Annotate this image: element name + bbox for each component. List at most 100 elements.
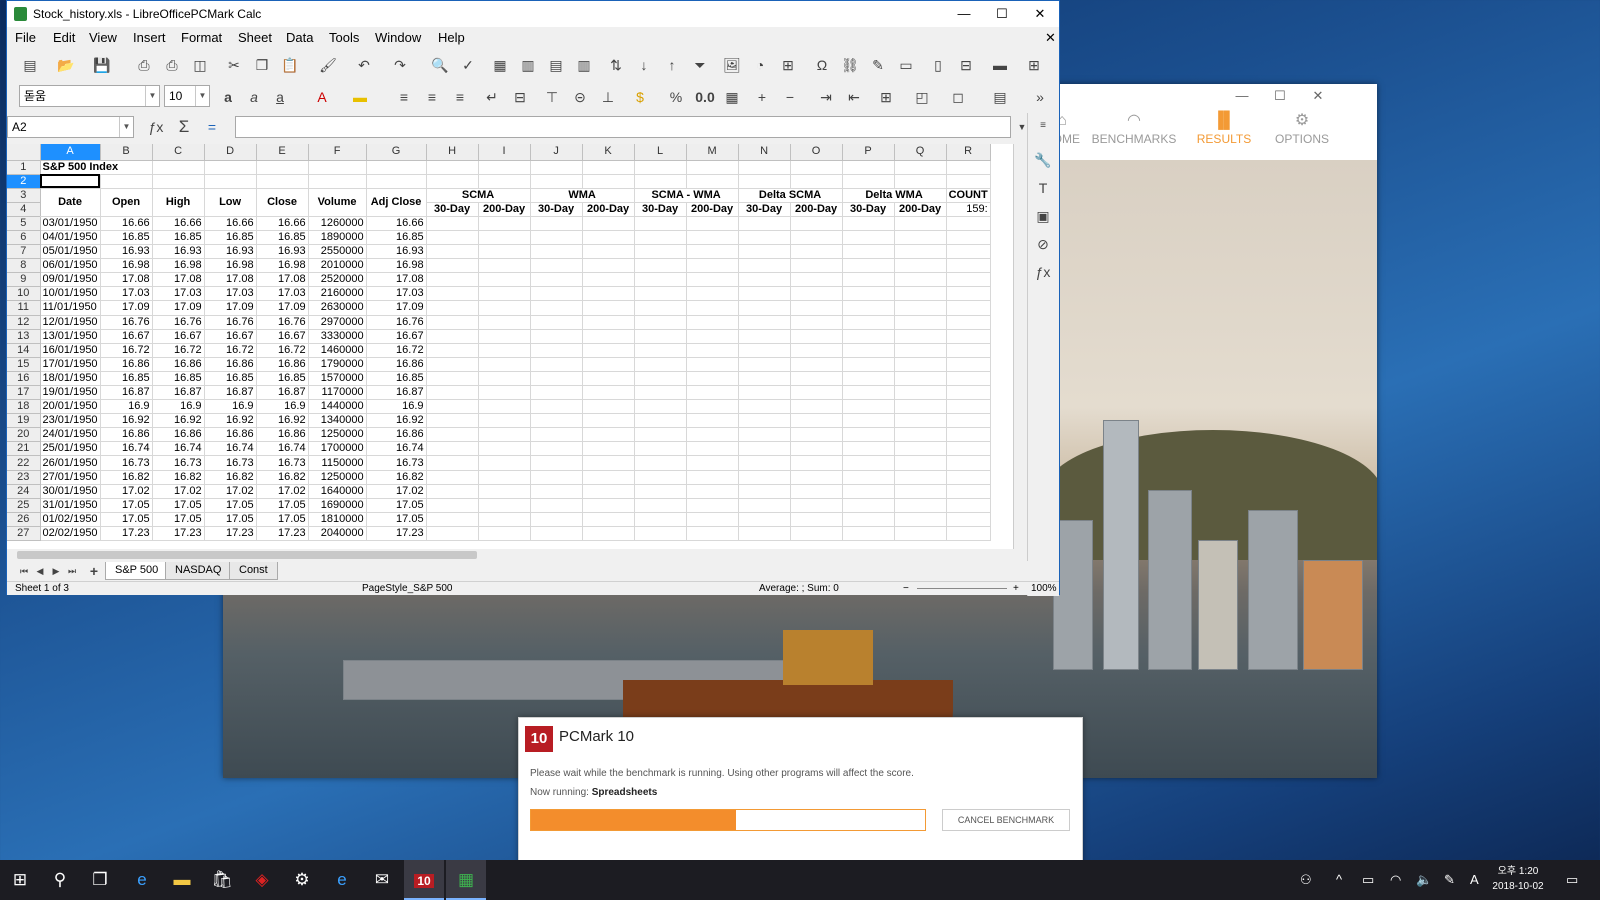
cell[interactable]: 1700000 bbox=[308, 441, 367, 457]
properties-icon[interactable]: 🔧 bbox=[1034, 151, 1052, 169]
subheader-cell[interactable]: 200-Day bbox=[894, 202, 947, 217]
tab-sp500[interactable]: S&P 500 bbox=[105, 562, 169, 580]
cell[interactable] bbox=[478, 300, 531, 316]
cell[interactable] bbox=[686, 512, 739, 527]
cell[interactable]: 16.85 bbox=[204, 230, 257, 246]
cell[interactable] bbox=[634, 286, 687, 302]
cell[interactable] bbox=[894, 174, 947, 189]
column-title-cell[interactable]: Date bbox=[40, 188, 101, 217]
delete-row-icon[interactable]: ▤ bbox=[547, 56, 565, 74]
cell[interactable] bbox=[894, 470, 947, 485]
cell[interactable] bbox=[842, 512, 895, 527]
cell[interactable] bbox=[478, 385, 531, 401]
cell[interactable] bbox=[946, 329, 991, 344]
cell[interactable] bbox=[478, 329, 531, 344]
cell[interactable] bbox=[946, 258, 991, 274]
calc-taskbar-icon[interactable]: ▦ bbox=[446, 860, 486, 900]
cell[interactable] bbox=[946, 470, 991, 485]
cell[interactable]: 16.86 bbox=[256, 357, 309, 372]
border-style-icon[interactable]: ◰ bbox=[913, 88, 931, 106]
cell[interactable]: 16.82 bbox=[366, 470, 427, 485]
cell[interactable]: 17.02 bbox=[100, 484, 153, 499]
cell[interactable] bbox=[790, 498, 843, 513]
row-header[interactable]: 3 bbox=[7, 188, 41, 203]
cell[interactable]: 17.08 bbox=[366, 272, 427, 288]
cell[interactable] bbox=[842, 272, 895, 288]
wifi-icon[interactable]: ◠ bbox=[1390, 860, 1401, 900]
cell[interactable] bbox=[478, 526, 531, 542]
date-icon[interactable]: ▦ bbox=[723, 88, 741, 106]
cell[interactable] bbox=[426, 413, 479, 429]
row-header[interactable]: 25 bbox=[7, 498, 41, 513]
cell[interactable] bbox=[634, 484, 687, 499]
cell[interactable]: 16.9 bbox=[366, 399, 427, 415]
cell[interactable] bbox=[478, 512, 531, 527]
cell[interactable] bbox=[426, 357, 479, 372]
cell[interactable] bbox=[738, 258, 791, 274]
cell[interactable] bbox=[426, 427, 479, 443]
cell[interactable]: 16.86 bbox=[100, 357, 153, 372]
cell[interactable] bbox=[426, 498, 479, 513]
cell[interactable] bbox=[426, 258, 479, 274]
cell[interactable]: 16.86 bbox=[152, 427, 205, 443]
delete-decimal-icon[interactable]: − bbox=[781, 88, 799, 106]
cell[interactable] bbox=[842, 399, 895, 415]
cell[interactable] bbox=[738, 174, 791, 189]
cell[interactable]: 1790000 bbox=[308, 357, 367, 372]
cell[interactable] bbox=[426, 244, 479, 260]
cell[interactable]: 16.87 bbox=[152, 385, 205, 401]
cell[interactable] bbox=[790, 413, 843, 429]
copy-icon[interactable]: ❐ bbox=[253, 56, 271, 74]
cell[interactable] bbox=[478, 244, 531, 260]
task-view-icon[interactable]: ❐ bbox=[80, 860, 120, 900]
cell[interactable] bbox=[946, 385, 991, 401]
cell[interactable] bbox=[842, 413, 895, 429]
cell[interactable]: 17.05 bbox=[100, 498, 153, 513]
count-cell[interactable]: 159: bbox=[946, 202, 991, 217]
cell[interactable] bbox=[582, 413, 635, 429]
chart-icon[interactable]: ◔ bbox=[751, 56, 769, 74]
ime-indicator[interactable]: A bbox=[1470, 860, 1479, 900]
file-explorer-icon[interactable]: ▬ bbox=[162, 860, 202, 900]
cell[interactable]: 17.05 bbox=[256, 512, 309, 527]
cell[interactable]: 16.98 bbox=[152, 258, 205, 274]
cell[interactable] bbox=[634, 399, 687, 415]
cell[interactable] bbox=[842, 427, 895, 443]
cell[interactable]: 16.92 bbox=[256, 413, 309, 429]
cell[interactable] bbox=[894, 512, 947, 527]
functions-icon[interactable]: ƒx bbox=[1034, 263, 1052, 281]
cell[interactable] bbox=[478, 258, 531, 274]
cell[interactable] bbox=[634, 470, 687, 485]
percent-icon[interactable]: % bbox=[667, 88, 685, 106]
row-header[interactable]: 5 bbox=[7, 216, 41, 231]
cell[interactable]: 16.74 bbox=[204, 441, 257, 457]
cell[interactable]: 16.93 bbox=[152, 244, 205, 260]
cell[interactable]: 11/01/1950 bbox=[40, 300, 101, 316]
cell[interactable] bbox=[686, 244, 739, 260]
cell[interactable] bbox=[308, 174, 367, 189]
row-header[interactable]: 8 bbox=[7, 258, 41, 274]
sort-icon[interactable]: ⇅ bbox=[607, 56, 625, 74]
cell[interactable]: 16.74 bbox=[100, 441, 153, 457]
subheader-cell[interactable]: 200-Day bbox=[582, 202, 635, 217]
cell[interactable]: 19/01/1950 bbox=[40, 385, 101, 401]
cell[interactable] bbox=[946, 160, 991, 175]
row-header[interactable]: 9 bbox=[7, 272, 41, 288]
close-icon[interactable]: ✕ bbox=[1021, 1, 1059, 27]
start-icon[interactable]: ⊞ bbox=[0, 860, 40, 900]
cell[interactable] bbox=[478, 470, 531, 485]
row-header[interactable]: 2 bbox=[7, 174, 41, 189]
cell[interactable]: 17.23 bbox=[100, 526, 153, 542]
settings-icon[interactable]: ⚙ bbox=[282, 860, 322, 900]
cell[interactable]: 16.67 bbox=[204, 329, 257, 344]
cell[interactable] bbox=[530, 286, 583, 302]
bold-icon[interactable]: a bbox=[219, 88, 237, 106]
cell[interactable]: 16.82 bbox=[152, 470, 205, 485]
cell[interactable]: 16.72 bbox=[366, 343, 427, 358]
column-header[interactable]: D bbox=[204, 144, 257, 161]
cell[interactable]: 1150000 bbox=[308, 455, 367, 471]
cell[interactable] bbox=[426, 286, 479, 302]
close-icon[interactable]: ✕ bbox=[1299, 84, 1337, 108]
cell[interactable]: 17.02 bbox=[152, 484, 205, 499]
cell[interactable]: 02/02/1950 bbox=[40, 526, 101, 542]
